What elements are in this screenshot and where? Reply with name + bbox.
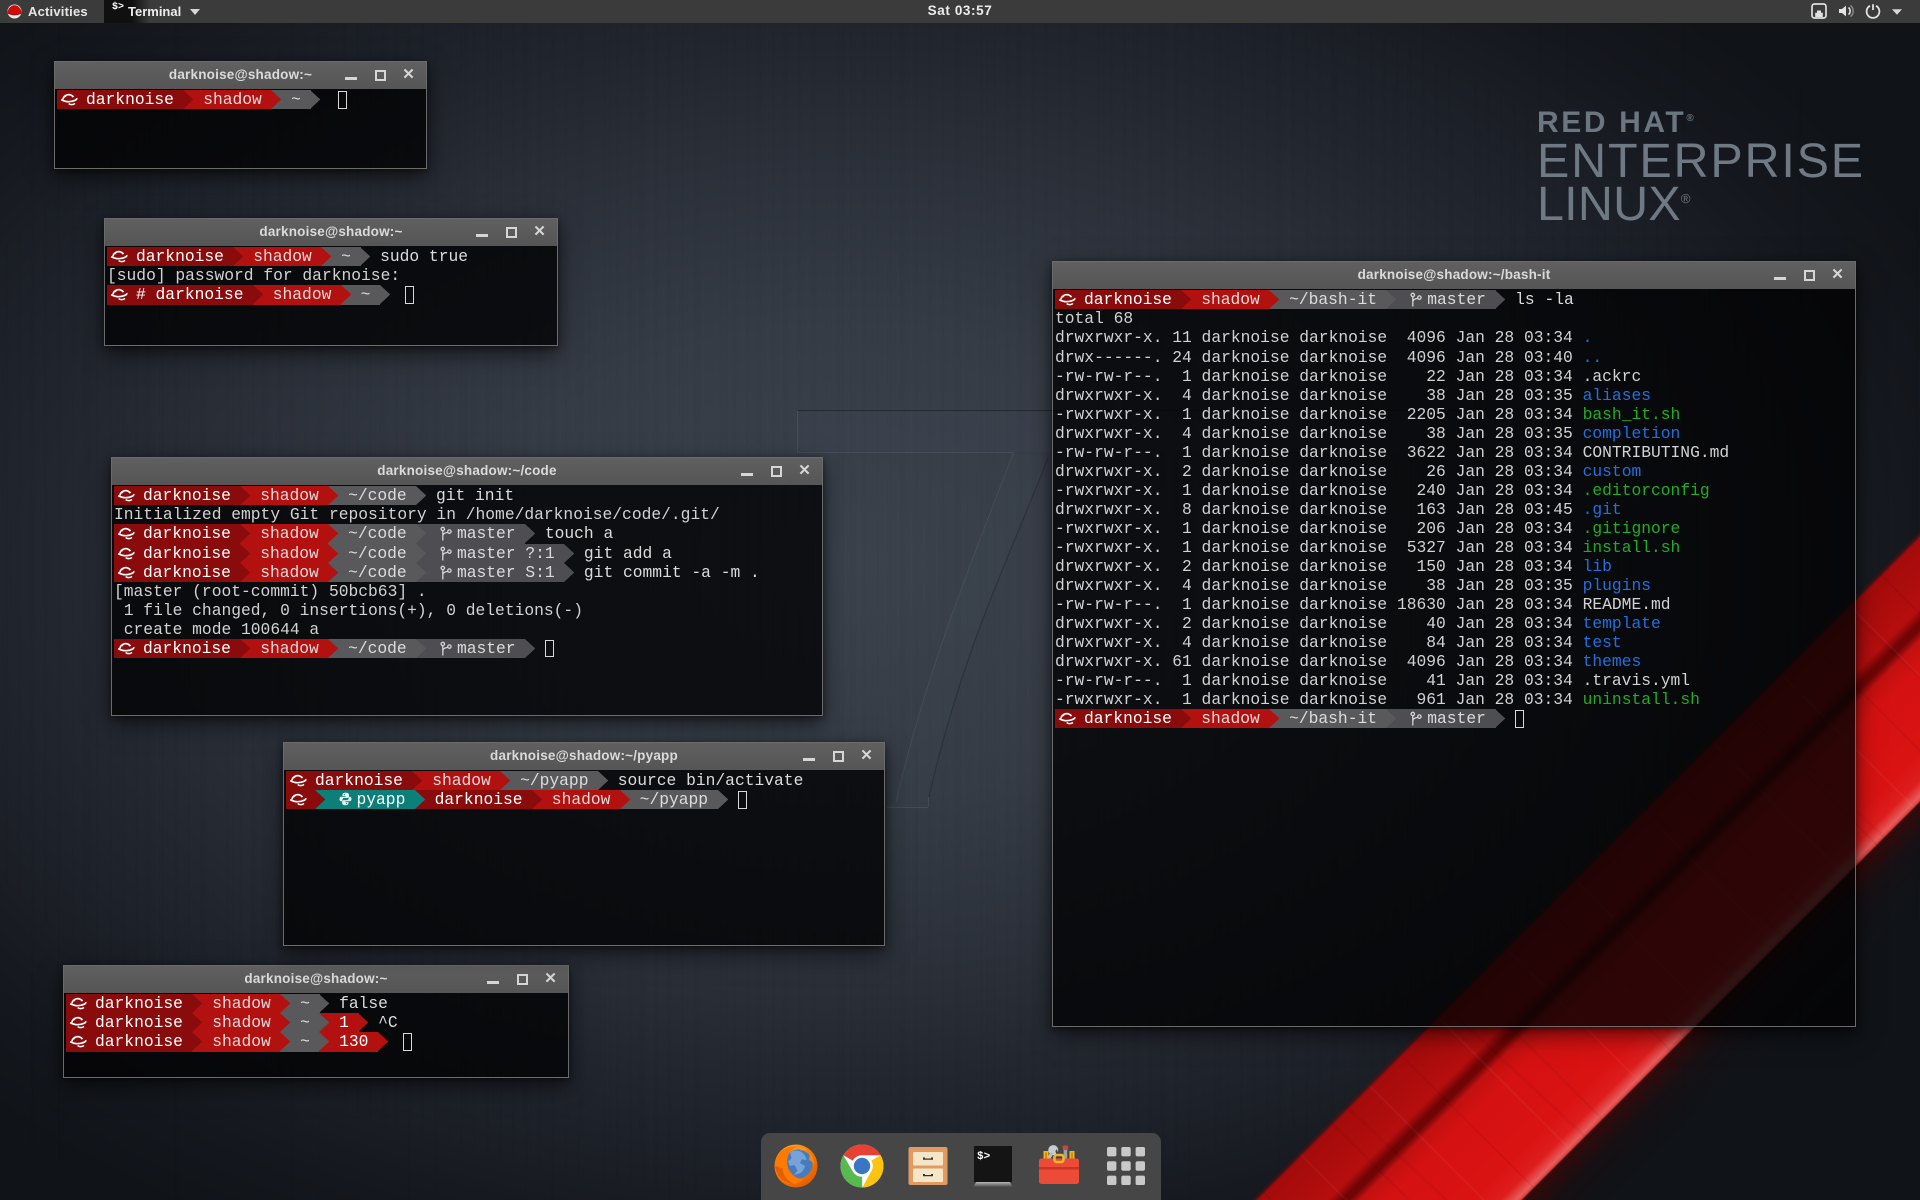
svg-text:$>: $>: [977, 1151, 991, 1163]
